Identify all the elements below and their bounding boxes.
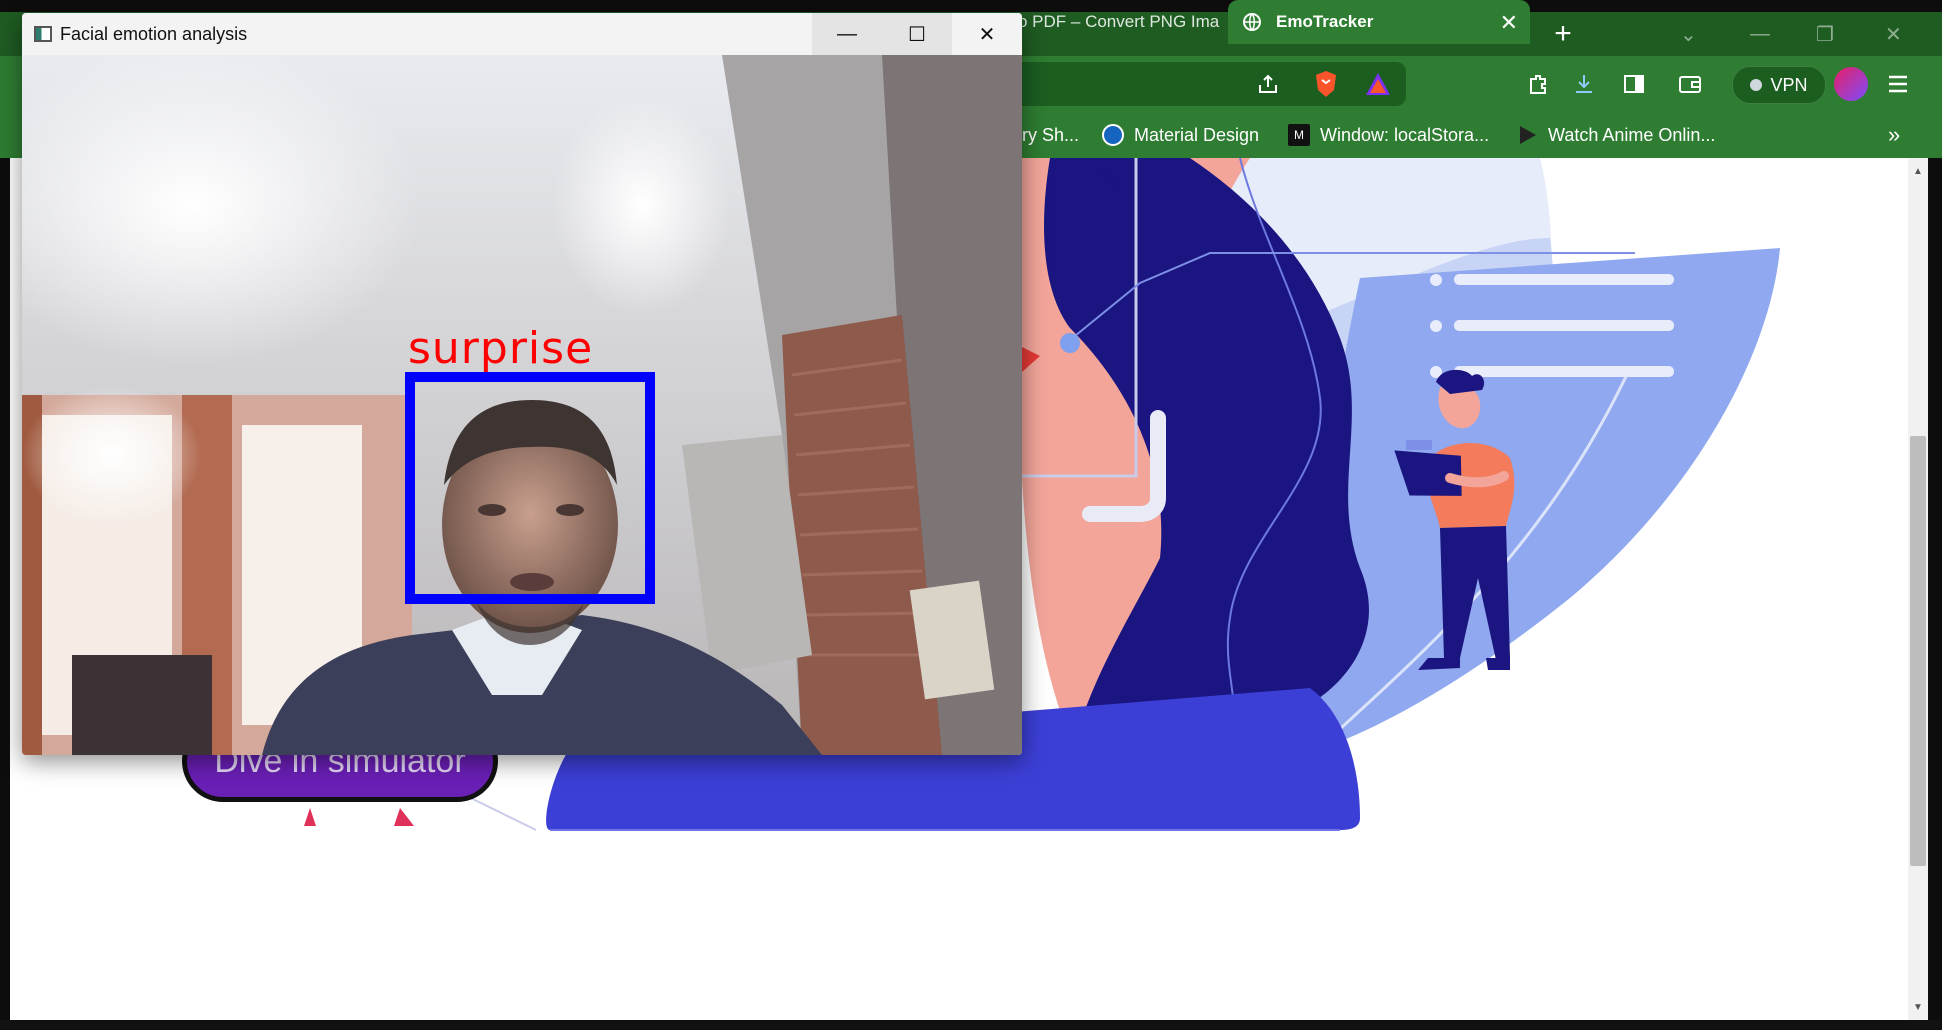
menu-icon[interactable] — [1884, 70, 1912, 98]
tab-label: o PDF – Convert PNG Ima — [1018, 12, 1220, 31]
restore-browser-icon[interactable]: ❐ — [1816, 12, 1834, 56]
download-icon[interactable] — [1570, 70, 1598, 98]
vpn-status-icon — [1750, 79, 1763, 91]
tab-label: EmoTracker — [1276, 12, 1374, 31]
bookmarks-overflow-icon[interactable]: » — [1888, 112, 1900, 158]
address-bar[interactable] — [1010, 62, 1406, 106]
mdn-icon: M — [1288, 124, 1310, 146]
new-tab-button[interactable]: + — [1548, 12, 1578, 56]
scroll-up-icon[interactable]: ▲ — [1910, 166, 1926, 177]
bookmark-label: Material Design — [1134, 124, 1260, 145]
extensions-icon[interactable] — [1524, 70, 1552, 98]
brave-rewards-icon[interactable] — [1364, 70, 1392, 98]
bookmark-material-design[interactable]: Material Design — [1102, 112, 1259, 158]
sidebar-icon[interactable] — [1620, 70, 1648, 98]
vpn-label: VPN — [1770, 74, 1808, 95]
scrollbar-thumb[interactable] — [1910, 436, 1926, 866]
share-icon[interactable] — [1254, 70, 1282, 98]
vpn-button[interactable]: VPN — [1732, 66, 1826, 104]
tab-convert-png[interactable]: o PDF – Convert PNG Ima — [1010, 0, 1233, 44]
profile-avatar[interactable] — [1834, 67, 1868, 101]
face-bounding-box — [405, 372, 655, 604]
maximize-button[interactable]: ☐ — [882, 13, 952, 55]
tab-emotracker[interactable]: EmoTracker ✕ — [1228, 0, 1530, 44]
emotion-analysis-window[interactable]: Facial emotion analysis — ☐ ✕ surprise — [22, 13, 1022, 755]
webcam-feed: surprise — [22, 55, 1022, 755]
taskbar — [0, 1020, 1942, 1030]
globe-icon — [1243, 13, 1261, 31]
play-icon — [1520, 126, 1536, 144]
emotion-label: surprise — [408, 323, 594, 374]
app-title: Facial emotion analysis — [60, 23, 248, 44]
tab-search-icon[interactable]: ⌄ — [1680, 12, 1697, 56]
scroll-down-icon[interactable]: ▼ — [1910, 1002, 1926, 1013]
close-button[interactable]: ✕ — [952, 13, 1022, 55]
close-tab-icon[interactable]: ✕ — [1500, 10, 1518, 36]
bookmark-label: ry Sh... — [1022, 124, 1080, 145]
minimize-browser-icon[interactable]: — — [1750, 12, 1770, 56]
brave-shield-icon[interactable] — [1312, 69, 1340, 99]
wallet-icon[interactable] — [1676, 70, 1704, 98]
bookmark-watch-anime[interactable]: Watch Anime Onlin... — [1516, 112, 1715, 158]
bookmark-label: Watch Anime Onlin... — [1548, 124, 1716, 145]
bookmark-window-localstorage[interactable]: M Window: localStora... — [1288, 112, 1489, 158]
bookmark-item[interactable]: ry Sh... — [1022, 112, 1079, 158]
close-browser-icon[interactable]: ✕ — [1885, 12, 1902, 56]
material-icon — [1102, 124, 1124, 146]
minimize-button[interactable]: — — [812, 13, 882, 55]
app-window-icon — [34, 26, 52, 42]
bookmark-label: Window: localStora... — [1320, 124, 1490, 145]
